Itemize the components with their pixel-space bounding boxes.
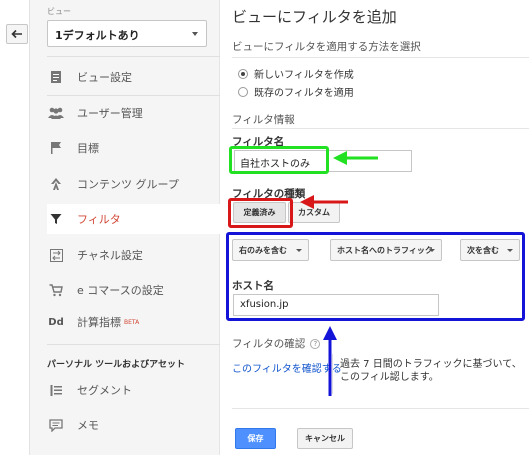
save-button[interactable]: 保存 (235, 428, 276, 449)
sidebar-item-label: フィルタ (77, 213, 121, 226)
section-divider (232, 408, 529, 409)
filter-name-input[interactable]: 自社ホストのみ (234, 150, 412, 172)
sidebar-item-label: ビュー設定 (77, 71, 132, 84)
sidebar-item-notes[interactable]: メモ (47, 410, 220, 440)
chevron-down-icon (296, 249, 302, 252)
custom-type-button[interactable]: カスタム (288, 202, 340, 223)
hostname-input[interactable]: xfusion.jp (233, 294, 439, 316)
verify-filter-heading: フィルタの確認 ? (232, 336, 321, 351)
dropdown-value: ホスト名へのトラフィック (337, 246, 433, 255)
view-caption: ビュー (47, 7, 71, 16)
sidebar-item-label: チャネル設定 (77, 249, 143, 262)
dd-icon: Dd (48, 316, 64, 328)
sidebar-item-label: 目標 (77, 142, 99, 155)
note-icon (47, 418, 65, 432)
filter-type-label: フィルタの種類 (232, 188, 306, 200)
sidebar-item-channel-settings[interactable]: チャネル設定 (47, 240, 220, 270)
funnel-icon (47, 212, 65, 226)
section-divider (232, 128, 529, 129)
sidebar-item-user-management[interactable]: ユーザー管理 (47, 98, 220, 128)
match-type-dropdown[interactable]: 次を含む (460, 239, 520, 261)
channel-icon (47, 248, 65, 262)
sidebar-item-ecommerce-settings[interactable]: e コマースの設定 (47, 275, 220, 305)
sidebar-item-label: e コマースの設定 (77, 284, 164, 297)
main-content: ビューにフィルタを追加 ビューにフィルタを適用する方法を選択 新しいフィルタを作… (221, 0, 529, 455)
verify-divider (332, 354, 333, 394)
view-selector[interactable]: 1デフォルトあり (47, 20, 207, 47)
radio-button[interactable] (238, 68, 248, 79)
sidebar-divider (47, 344, 220, 345)
sidebar-divider (47, 56, 220, 57)
radio-label: 新しいフィルタを作成 (254, 70, 354, 81)
chevron-down-icon (192, 32, 198, 36)
predefined-type-button[interactable]: 定義済み (233, 202, 286, 223)
page-title: ビューにフィルタを追加 (232, 8, 397, 26)
radio-label: 既存のフィルタを適用 (254, 88, 354, 99)
back-arrow-icon (11, 29, 22, 39)
personal-tools-heading: パーソナル ツールおよびアセット (47, 360, 185, 370)
help-icon[interactable]: ? (310, 338, 321, 349)
view-selector-value: 1デフォルトあり (55, 29, 140, 42)
sidebar-item-label: ユーザー管理 (77, 107, 143, 120)
method-heading: ビューにフィルタを適用する方法を選択 (232, 41, 421, 53)
filter-name-label: フィルタ名 (232, 136, 285, 148)
document-icon (47, 70, 65, 84)
verify-description: 過去 7 日間のトラフィックに基づいて、このフィル認します。 (340, 359, 522, 383)
hostname-label: ホスト名 (232, 280, 274, 292)
sidebar-item-filters[interactable]: フィルタ (47, 204, 220, 234)
radio-create-new-filter[interactable]: 新しいフィルタを作成 (238, 66, 354, 81)
radio-apply-existing-filter[interactable]: 既存のフィルタを適用 (238, 84, 354, 99)
sidebar-divider (47, 95, 220, 96)
radio-checked-dot (241, 71, 245, 76)
dropdown-value: 次を含む (467, 246, 499, 255)
person-walk-icon (47, 177, 65, 191)
include-exclude-dropdown[interactable]: 右のみを含む (232, 239, 309, 261)
section-divider (232, 57, 529, 58)
sidebar-item-segments[interactable]: セグメント (47, 375, 220, 405)
back-button[interactable] (6, 24, 28, 44)
sidebar-item-label: セグメント (77, 384, 132, 397)
sidebar-item-goals[interactable]: 目標 (47, 133, 220, 163)
verify-filter-link[interactable]: このフィルタを確認する (232, 360, 342, 375)
dropdown-value: 右のみを含む (239, 246, 287, 255)
sidebar-item-calculated-metrics[interactable]: Dd 計算指標 BETA (47, 307, 220, 337)
sidebar-item-label: コンテンツ グループ (77, 178, 179, 191)
segment-icon (47, 383, 65, 397)
cancel-button[interactable]: キャンセル (297, 428, 353, 449)
chevron-down-icon (429, 249, 435, 252)
beta-badge: BETA (124, 318, 140, 326)
cart-icon (47, 283, 65, 297)
filter-info-heading: フィルタ情報 (232, 114, 295, 126)
radio-button[interactable] (238, 86, 248, 97)
left-gutter (0, 0, 30, 455)
flag-icon (47, 141, 65, 155)
chevron-down-icon (507, 249, 513, 252)
sidebar-item-label: メモ (77, 419, 99, 432)
admin-sidebar: ビュー 1デフォルトあり ビュー設定 ユーザー管理 目標 コンテンツ グループ … (30, 0, 220, 455)
verify-heading-text: フィルタの確認 (232, 338, 306, 350)
traffic-source-dropdown[interactable]: ホスト名へのトラフィック (330, 239, 442, 261)
sidebar-item-content-grouping[interactable]: コンテンツ グループ (47, 169, 220, 199)
sidebar-item-label: 計算指標 (77, 316, 121, 329)
users-icon (47, 106, 65, 120)
sidebar-item-view-settings[interactable]: ビュー設定 (47, 62, 220, 92)
